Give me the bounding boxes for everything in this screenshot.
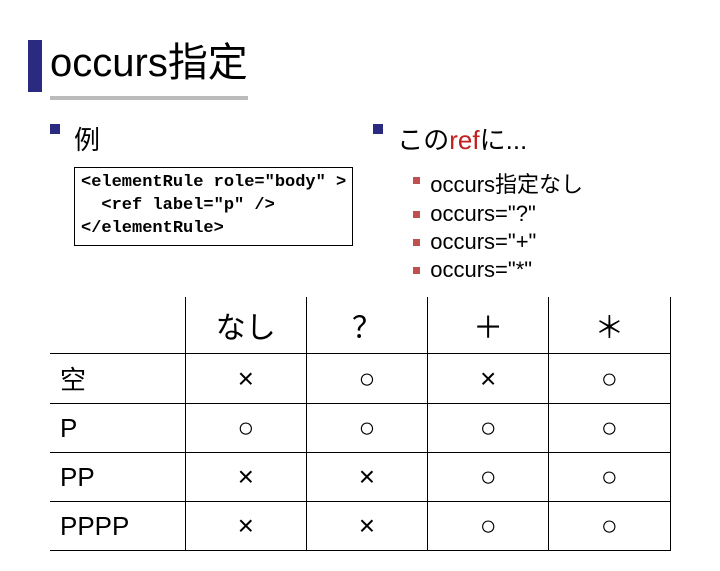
table-cell: ○ [549, 354, 670, 404]
table-cell: × [185, 453, 306, 502]
right-column: このrefに... occurs指定なし occurs="?" occurs="… [373, 120, 670, 285]
slide-title: occurs指定 [50, 30, 248, 100]
table-cell: × [306, 502, 427, 551]
right-bullet-prefix: この [397, 125, 449, 155]
title-text: occurs指定 [50, 41, 248, 85]
table-cell: ○ [549, 404, 670, 453]
right-bullet-ref: ref [449, 125, 479, 155]
square-bullet-icon [373, 124, 383, 134]
table-cell: ○ [549, 453, 670, 502]
sub-bullet-label: occurs指定なし [430, 167, 583, 199]
left-column: 例 <elementRule role="body" > <ref label=… [50, 120, 353, 285]
sub-bullet: occurs指定なし [413, 167, 670, 199]
sub-bullet-label: occurs="?" [430, 201, 536, 227]
table-row: PPPP × × ○ ○ [50, 502, 670, 551]
table-cell: × [185, 502, 306, 551]
table-cell: × [306, 453, 427, 502]
sub-bullet: occurs="*" [413, 257, 670, 283]
table-cell: × [428, 354, 549, 404]
row-header: 空 [50, 354, 185, 404]
row-header: PP [50, 453, 185, 502]
sub-bullet: occurs="?" [413, 201, 670, 227]
table-cell: ○ [549, 502, 670, 551]
table-corner [50, 297, 185, 354]
col-header: ？ [306, 297, 427, 354]
table-cell: ○ [428, 404, 549, 453]
square-bullet-icon [413, 211, 420, 218]
table-cell: ○ [185, 404, 306, 453]
square-bullet-icon [413, 177, 420, 184]
col-header: なし [185, 297, 306, 354]
code-line: <ref label="p" /> [81, 195, 346, 218]
right-bullet-text: このrefに... [397, 120, 527, 157]
right-bullet-suffix: に... [480, 125, 528, 155]
col-header: ＊ [549, 297, 670, 354]
sub-bullet-label: occurs="+" [430, 229, 536, 255]
table-row: P ○ ○ ○ ○ [50, 404, 670, 453]
sub-bullet-label: occurs="*" [430, 257, 532, 283]
example-bullet: 例 [50, 120, 353, 157]
row-header: PPPP [50, 502, 185, 551]
col-header: ＋ [428, 297, 549, 354]
right-bullet: このrefに... [373, 120, 670, 157]
table-cell: ○ [428, 502, 549, 551]
table-cell: ○ [306, 404, 427, 453]
code-line: <elementRule role="body" > [81, 172, 346, 195]
table-header-row: なし ？ ＋ ＊ [50, 297, 670, 354]
table-row: 空 × ○ × ○ [50, 354, 670, 404]
row-header: P [50, 404, 185, 453]
sub-bullet-list: occurs指定なし occurs="?" occurs="+" occurs=… [413, 167, 670, 283]
table-cell: × [185, 354, 306, 404]
sub-bullet: occurs="+" [413, 229, 670, 255]
table-cell: ○ [306, 354, 427, 404]
code-box: <elementRule role="body" > <ref label="p… [74, 167, 353, 246]
square-bullet-icon [50, 124, 60, 134]
example-label: 例 [74, 120, 100, 157]
title-accent [28, 40, 42, 92]
square-bullet-icon [413, 267, 420, 274]
square-bullet-icon [413, 239, 420, 246]
code-line: </elementRule> [81, 218, 346, 241]
table-cell: ○ [428, 453, 549, 502]
table-row: PP × × ○ ○ [50, 453, 670, 502]
occurs-table: なし ？ ＋ ＊ 空 × ○ × ○ P ○ ○ ○ ○ PP × × ○ ○ … [50, 297, 671, 551]
